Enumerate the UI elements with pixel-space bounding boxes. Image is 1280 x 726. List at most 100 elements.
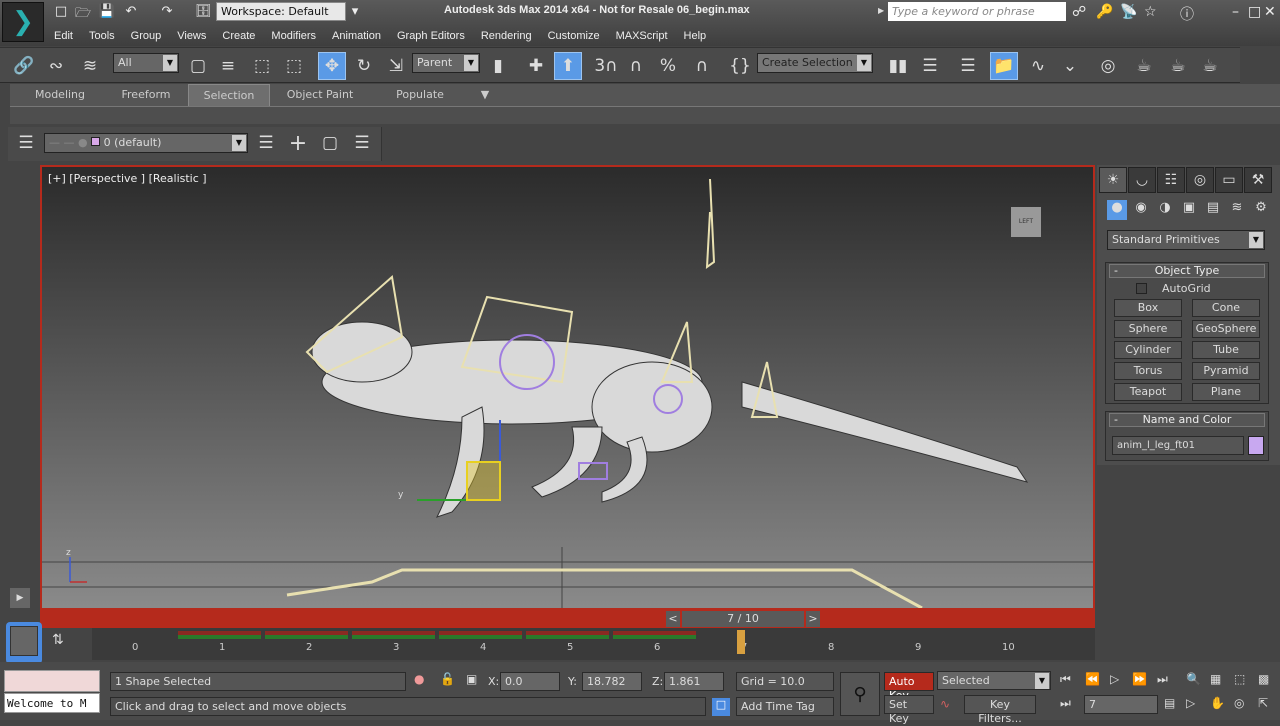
isolate-selection-icon[interactable]: ●	[414, 672, 424, 686]
motion-tab-icon[interactable]: ◎	[1186, 167, 1214, 193]
edit-named-selection-icon[interactable]: {}	[726, 52, 754, 80]
absolute-mode-icon[interactable]: ▣	[466, 672, 477, 686]
pivot-center-icon[interactable]: ▮	[484, 52, 512, 80]
perspective-viewport[interactable]: [+] [Perspective ] [Realistic ] LEFT y z	[40, 165, 1095, 610]
set-current-layer-icon[interactable]: ☰	[348, 129, 376, 157]
sphere-button[interactable]: Sphere	[1114, 320, 1182, 338]
tube-button[interactable]: Tube	[1192, 341, 1260, 359]
name-and-color-header[interactable]: - Name and Color	[1109, 413, 1265, 427]
tab-freeform[interactable]: Freeform	[110, 84, 182, 106]
maximize-viewport-icon[interactable]: ⇱	[1258, 696, 1268, 710]
select-objects-in-layer-icon[interactable]: ▢	[316, 129, 344, 157]
key-mode-dropdown[interactable]: Selected ▼	[937, 671, 1051, 690]
bind-space-warp-icon[interactable]: ≋	[76, 52, 104, 80]
cameras-icon[interactable]: ▣	[1179, 200, 1199, 220]
zoom-extents-icon[interactable]: ⬚	[1234, 672, 1245, 686]
time-tag-icon[interactable]: □	[712, 698, 730, 716]
time-configuration-icon[interactable]: ▤	[1164, 696, 1175, 710]
keyboard-shortcut-override-icon[interactable]: ⬆	[554, 52, 582, 80]
tab-object-paint[interactable]: Object Paint	[270, 84, 370, 106]
new-file-icon[interactable]: □	[52, 4, 70, 20]
menu-animation[interactable]: Animation	[324, 28, 389, 44]
menu-customize[interactable]: Customize	[540, 28, 608, 44]
go-to-end-icon[interactable]: ⏭	[1157, 672, 1168, 687]
viewport-layout-play-icon[interactable]: ▶	[10, 588, 30, 608]
add-time-tag-button[interactable]: Add Time Tag	[736, 697, 834, 716]
reference-coordinate-dropdown[interactable]: Parent ▼	[412, 53, 480, 73]
menu-edit[interactable]: Edit	[46, 28, 81, 44]
add-to-layer-icon[interactable]: +	[284, 129, 312, 157]
window-crossing-icon[interactable]: ⬚	[280, 52, 308, 80]
select-object-icon[interactable]: ▢	[184, 52, 212, 80]
helpers-icon[interactable]: ▤	[1203, 200, 1223, 220]
expand-search-icon[interactable]: ▶	[878, 6, 884, 15]
set-key-button[interactable]: Set Key	[884, 695, 934, 725]
rendered-frame-window-icon[interactable]: ☕	[1164, 52, 1192, 80]
redo-icon[interactable]: ↷	[158, 4, 176, 20]
zoom-all-icon[interactable]: ▦	[1210, 672, 1221, 686]
mini-curve-editor-toggle[interactable]	[6, 622, 42, 664]
link-icon[interactable]: 🔗	[10, 52, 38, 80]
menu-tools[interactable]: Tools	[81, 28, 123, 44]
hierarchy-tab-icon[interactable]: ☷	[1157, 167, 1185, 193]
geometry-icon[interactable]: ●	[1107, 200, 1127, 220]
tab-populate[interactable]: Populate	[370, 84, 470, 106]
object-type-header[interactable]: - Object Type	[1109, 264, 1265, 278]
z-coordinate-input[interactable]: 1.861	[664, 672, 724, 691]
space-warps-icon[interactable]: ≋	[1227, 200, 1247, 220]
utilities-tab-icon[interactable]: ⚒	[1244, 167, 1272, 193]
object-color-swatch[interactable]	[1248, 436, 1264, 455]
selection-lock-icon[interactable]: 🔓	[440, 672, 455, 686]
undo-icon[interactable]: ↶	[122, 4, 140, 20]
render-setup-icon[interactable]: ☕	[1130, 52, 1158, 80]
zoom-extents-all-icon[interactable]: ▩	[1258, 672, 1269, 686]
named-selection-sets-dropdown[interactable]: Create Selection Set▼	[757, 53, 873, 73]
minimize-icon[interactable]: –	[1232, 4, 1239, 20]
star-icon[interactable]: ☆	[1144, 4, 1157, 20]
scene-explorer-icon[interactable]: 📁	[990, 52, 1018, 80]
lights-icon[interactable]: ◑	[1155, 200, 1175, 220]
search-input[interactable]: Type a keyword or phrase	[888, 2, 1066, 21]
key-mode-toggle-icon[interactable]: ⏭	[1060, 696, 1071, 711]
curve-editor-icon[interactable]: ∿	[1024, 52, 1052, 80]
create-new-layer-icon[interactable]: ☰	[252, 129, 280, 157]
close-icon[interactable]: ✕	[1264, 4, 1276, 20]
save-file-icon[interactable]: 💾	[98, 4, 116, 20]
field-of-view-icon[interactable]: ▷	[1186, 696, 1195, 710]
select-and-move-icon[interactable]: ✥	[318, 52, 346, 80]
systems-icon[interactable]: ⚙	[1251, 200, 1271, 220]
menu-modifiers[interactable]: Modifiers	[263, 28, 324, 44]
zoom-icon[interactable]: 🔍	[1186, 672, 1201, 686]
x-coordinate-input[interactable]: 0.0	[500, 672, 560, 691]
mirror-icon[interactable]: ▮▮	[884, 52, 912, 80]
maximize-icon[interactable]: □	[1248, 4, 1261, 20]
unlink-icon[interactable]: ∾	[42, 52, 70, 80]
next-frame-button[interactable]: >	[806, 611, 820, 627]
previous-key-icon[interactable]: ⏪	[1085, 672, 1100, 686]
open-file-icon[interactable]: 🗁	[74, 4, 92, 21]
track-bar[interactable]: 012345678910	[92, 628, 1095, 660]
modify-tab-icon[interactable]: ◡	[1128, 167, 1156, 193]
manage-layers-icon[interactable]: ☰	[12, 129, 40, 157]
select-by-name-icon[interactable]: ≡	[214, 52, 242, 80]
cylinder-button[interactable]: Cylinder	[1114, 341, 1182, 359]
render-production-icon[interactable]: ☕	[1196, 52, 1224, 80]
box-button[interactable]: Box	[1114, 299, 1182, 317]
material-editor-icon[interactable]: ◎	[1094, 52, 1122, 80]
open-mini-curve-editor-icon[interactable]: ⇅	[52, 632, 64, 648]
play-icon[interactable]: ▷	[1110, 672, 1119, 686]
menu-group[interactable]: Group	[123, 28, 170, 44]
plane-button[interactable]: Plane	[1192, 383, 1260, 401]
help-icon[interactable]: ⓘ	[1180, 4, 1194, 24]
customize-quick-access-icon[interactable]: ▾	[346, 4, 364, 20]
selection-region-icon[interactable]: ⬚	[248, 52, 276, 80]
cone-button[interactable]: Cone	[1192, 299, 1260, 317]
selection-filter-dropdown[interactable]: All ▼	[113, 53, 179, 73]
object-category-dropdown[interactable]: Standard Primitives ▼	[1107, 230, 1265, 250]
menu-help[interactable]: Help	[676, 28, 715, 44]
tab-selection[interactable]: Selection	[188, 84, 270, 106]
menu-rendering[interactable]: Rendering	[473, 28, 540, 44]
y-coordinate-input[interactable]: 18.782	[582, 672, 642, 691]
object-name-input[interactable]: anim_l_leg_ft01	[1112, 436, 1244, 455]
snaps-toggle-icon[interactable]: 3 ∩	[592, 52, 620, 80]
